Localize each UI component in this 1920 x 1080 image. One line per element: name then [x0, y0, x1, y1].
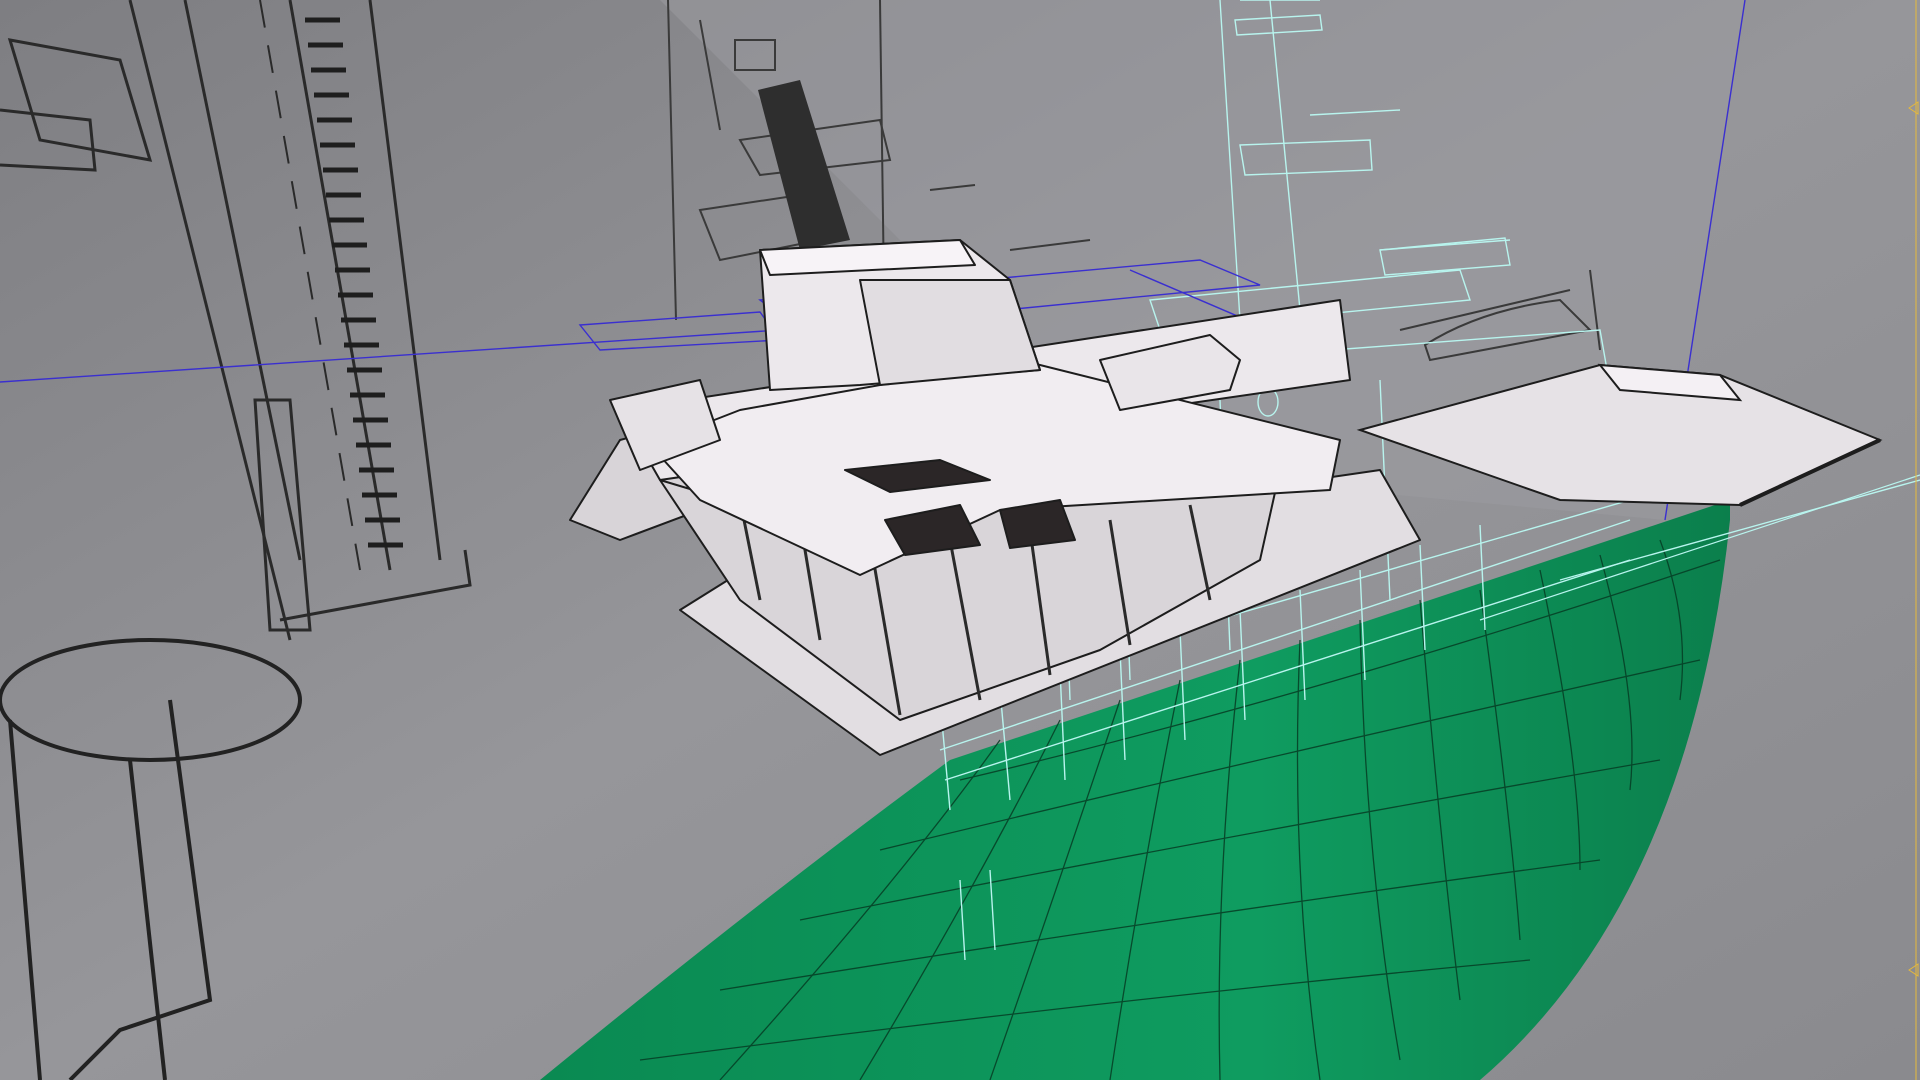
triangle-marker-icon[interactable] [1908, 963, 1919, 977]
3d-viewport[interactable] [0, 0, 1920, 1080]
roof-window [999, 499, 1076, 549]
viewport-edge-ruler [1908, 0, 1919, 1080]
scene-render[interactable] [0, 0, 1920, 1080]
triangle-marker-icon[interactable] [1908, 101, 1919, 115]
